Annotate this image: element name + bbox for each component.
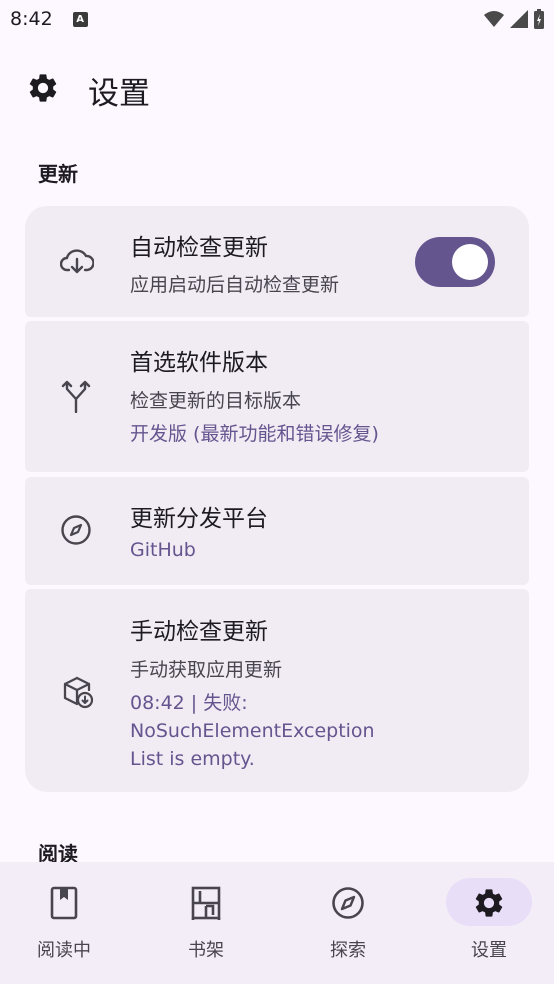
setting-manual-check[interactable]: 手动检查更新 手动获取应用更新 08:42 | 失败: NoSuchElemen… <box>25 589 529 792</box>
nav-item-bookshelf[interactable]: 书架 <box>137 862 275 984</box>
nav-label-bookshelf: 书架 <box>188 940 224 961</box>
bottom-navigation: 阅读中 书架 探索 设置 <box>0 862 554 984</box>
setting-preferred-version[interactable]: 首选软件版本 检查更新的目标版本 开发版 (最新功能和错误修复) <box>25 321 529 472</box>
status-time: 8:42 <box>10 8 53 30</box>
compass-icon <box>61 515 91 545</box>
auto-check-toggle[interactable] <box>415 237 495 287</box>
auto-check-subtitle: 应用启动后自动检查更新 <box>130 274 340 296</box>
compass-icon <box>332 887 364 919</box>
setting-auto-check-updates[interactable]: 自动检查更新 应用启动后自动检查更新 <box>25 206 529 317</box>
page-title: 设置 <box>88 76 150 112</box>
manual-check-result-error: NoSuchElementException <box>130 720 375 742</box>
manual-check-subtitle: 手动获取应用更新 <box>130 659 283 681</box>
nav-label-settings: 设置 <box>471 940 507 961</box>
signal-icon <box>510 10 528 28</box>
status-icons <box>484 9 544 29</box>
bookshelf-icon <box>191 886 221 920</box>
book-icon <box>50 886 78 920</box>
gear-icon <box>475 889 503 917</box>
setting-distribution-platform[interactable]: 更新分发平台 GitHub <box>25 477 529 585</box>
section-header-update: 更新 <box>38 162 78 186</box>
manual-check-result-message: List is empty. <box>130 748 255 770</box>
package-download-icon <box>63 676 94 709</box>
notification-icon: A <box>72 11 88 27</box>
nav-item-explore[interactable]: 探索 <box>279 862 417 984</box>
cloud-download-icon <box>60 249 94 274</box>
auto-check-title: 自动检查更新 <box>130 235 268 261</box>
nav-item-settings[interactable]: 设置 <box>420 862 554 984</box>
wifi-icon <box>484 11 504 27</box>
branch-icon <box>61 380 91 413</box>
nav-label-explore: 探索 <box>330 940 366 961</box>
distribution-platform-value: GitHub <box>130 539 196 561</box>
preferred-version-subtitle: 检查更新的目标版本 <box>130 390 302 412</box>
manual-check-title: 手动检查更新 <box>130 619 268 645</box>
nav-label-reading: 阅读中 <box>37 940 91 961</box>
gear-icon <box>29 74 57 102</box>
status-bar: 8:42 A <box>0 0 554 38</box>
manual-check-result-time: 08:42 | 失败: <box>130 692 248 714</box>
preferred-version-title: 首选软件版本 <box>130 350 268 376</box>
battery-charging-icon <box>534 9 544 29</box>
toggle-thumb <box>452 244 488 280</box>
app-bar: 设置 <box>0 60 554 116</box>
nav-item-reading[interactable]: 阅读中 <box>0 862 133 984</box>
preferred-version-value: 开发版 (最新功能和错误修复) <box>130 423 379 445</box>
distribution-platform-title: 更新分发平台 <box>130 506 268 532</box>
